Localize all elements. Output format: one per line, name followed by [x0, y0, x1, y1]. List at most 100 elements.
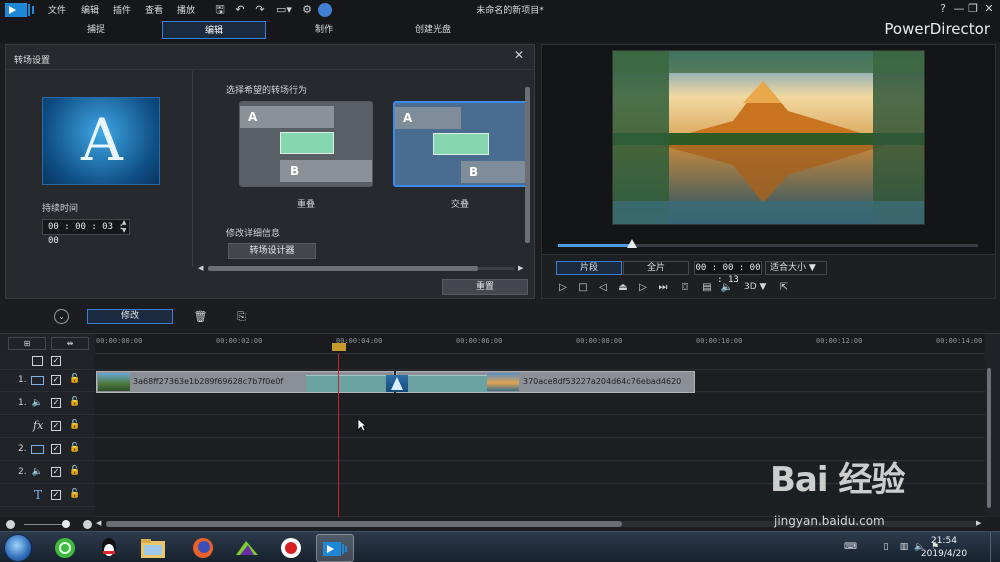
scroll-thumb[interactable]: [106, 521, 622, 527]
trash-icon[interactable]: 🗑: [193, 309, 208, 324]
tab-produce[interactable]: 制作: [272, 21, 376, 39]
qq-icon[interactable]: [90, 534, 128, 562]
zoom-slider-handle[interactable]: [62, 520, 70, 528]
play-icon[interactable]: ▷: [556, 281, 570, 295]
modify-button[interactable]: 修改: [87, 309, 173, 324]
track-manager-icon[interactable]: ⊞: [8, 337, 46, 350]
track-header-markers: ✓: [0, 354, 95, 370]
timeline-ruler[interactable]: 00:00:00:00 00:00:02:00 00:00:04:00 00:0…: [95, 334, 985, 354]
ruler-label: 00:00:12:00: [816, 337, 863, 345]
reset-button[interactable]: 重置: [442, 279, 528, 295]
keyboard-tray-icon[interactable]: ⌨: [844, 541, 857, 553]
lock-icon[interactable]: 🔓: [69, 489, 80, 501]
scroll-left-icon[interactable]: ◀: [198, 264, 203, 272]
chevron-down-icon[interactable]: ⌄: [54, 309, 69, 324]
track-enable-checkbox[interactable]: ✓: [51, 490, 61, 500]
cross-option[interactable]: A B: [393, 101, 527, 187]
playhead-marker[interactable]: [332, 343, 346, 351]
zoom-in-icon[interactable]: [83, 520, 92, 529]
subtitle-icon[interactable]: ▤: [700, 281, 714, 295]
preview-timecode[interactable]: 00 : 00 : 00 : 13: [694, 261, 762, 285]
lock-icon[interactable]: 🔓: [69, 374, 80, 386]
track-enable-checkbox[interactable]: ✓: [51, 421, 61, 431]
track-header-audio-2: 2. 🔈 ✓ 🔓: [0, 462, 95, 484]
track-enable-checkbox[interactable]: ✓: [51, 375, 61, 385]
firefox-icon[interactable]: [184, 534, 222, 562]
restore-icon[interactable]: ❐: [966, 2, 980, 16]
clock-date[interactable]: 2019/4/20: [916, 549, 972, 559]
preview-movie-tab[interactable]: 全片: [623, 261, 689, 275]
browser-360-icon[interactable]: [46, 534, 84, 562]
scroll-left-icon[interactable]: ◀: [96, 519, 101, 527]
menu-edit[interactable]: 编辑: [81, 3, 99, 16]
save-icon[interactable]: 🖫: [212, 2, 228, 18]
seek-handle[interactable]: [626, 239, 637, 248]
seek-bar[interactable]: [558, 239, 978, 248]
lock-icon[interactable]: 🔓: [69, 420, 80, 432]
menu-plugins[interactable]: 插件: [113, 3, 131, 16]
start-button-icon[interactable]: [4, 534, 32, 562]
fit-size-dropdown[interactable]: 适合大小 ▼: [765, 261, 827, 275]
marker-lane[interactable]: [95, 354, 985, 370]
undock-preview-icon[interactable]: ⇱: [777, 281, 791, 295]
fx-lane[interactable]: [95, 416, 985, 438]
minimize-icon[interactable]: —: [952, 2, 966, 16]
tab-edit[interactable]: 编辑: [162, 21, 266, 39]
overlap-caption: 重叠: [296, 200, 315, 210]
next-frame-icon[interactable]: ▷: [636, 281, 650, 295]
menu-view[interactable]: 查看: [145, 3, 163, 16]
scroll-right-icon[interactable]: ▶: [518, 264, 523, 272]
lock-icon[interactable]: 🔓: [69, 397, 80, 409]
edit-properties-icon[interactable]: ⎘: [234, 309, 249, 324]
mark-icon[interactable]: ⏏: [616, 281, 630, 295]
undo-icon[interactable]: ↶: [232, 2, 248, 18]
scroll-thumb[interactable]: [208, 266, 478, 271]
tab-create-disc[interactable]: 创建光盘: [381, 21, 485, 39]
transition-icon[interactable]: [386, 375, 408, 392]
marker-toggle-icon[interactable]: [32, 356, 43, 366]
fast-forward-icon[interactable]: ⏭: [656, 281, 670, 295]
volume-icon[interactable]: 🔈: [720, 281, 734, 295]
fit-timeline-icon[interactable]: ⇹: [51, 337, 89, 350]
aspect-ratio-icon[interactable]: ▭▾: [272, 2, 296, 18]
file-explorer-icon[interactable]: [134, 534, 172, 562]
snapshot-icon[interactable]: ⌼: [678, 281, 692, 295]
track-enable-checkbox[interactable]: ✓: [51, 398, 61, 408]
media-app-icon[interactable]: [228, 534, 266, 562]
panel-horizontal-scrollbar[interactable]: ◀ ▶: [198, 264, 528, 272]
redo-icon[interactable]: ↷: [252, 2, 268, 18]
show-desktop-button[interactable]: [990, 532, 1000, 562]
duration-input[interactable]: 00 : 00 : 03 : 00: [42, 219, 130, 246]
modify-details-label: 修改详细信息: [226, 229, 281, 239]
update-icon[interactable]: [318, 3, 332, 17]
3d-mode-dropdown[interactable]: 3D ▼: [744, 282, 766, 292]
screen-recorder-icon[interactable]: [272, 534, 310, 562]
stop-icon[interactable]: □: [576, 281, 590, 295]
panel-close-icon[interactable]: ✕: [514, 48, 524, 62]
marker-checkbox[interactable]: ✓: [51, 356, 61, 366]
previous-frame-icon[interactable]: ◁: [596, 281, 610, 295]
tab-capture[interactable]: 捕捉: [44, 21, 148, 39]
panel-vertical-scrollbar[interactable]: [525, 81, 531, 267]
device-tray-icon[interactable]: ▯: [880, 541, 892, 553]
transition-designer-button[interactable]: 转场设计器: [228, 243, 316, 259]
help-icon[interactable]: ?: [936, 2, 950, 16]
audio-lane-1[interactable]: [95, 393, 985, 415]
duration-spinner[interactable]: ▲ ▼: [118, 219, 130, 235]
menu-file[interactable]: 文件: [48, 3, 66, 16]
close-icon[interactable]: ✕: [982, 2, 996, 16]
settings-gear-icon[interactable]: ⚙: [299, 2, 315, 18]
scroll-thumb[interactable]: [525, 87, 530, 243]
powerdirector-task-icon[interactable]: [316, 534, 354, 562]
network-tray-icon[interactable]: ▥: [898, 541, 910, 553]
track-enable-checkbox[interactable]: ✓: [51, 467, 61, 477]
clock-time[interactable]: 21:54: [916, 536, 972, 546]
lock-icon[interactable]: 🔓: [69, 443, 80, 455]
menu-play[interactable]: 播放: [177, 3, 195, 16]
lock-icon[interactable]: 🔓: [69, 466, 80, 478]
overlap-option[interactable]: A B: [239, 101, 373, 187]
zoom-out-icon[interactable]: [6, 520, 15, 529]
track-enable-checkbox[interactable]: ✓: [51, 444, 61, 454]
preview-clip-tab[interactable]: 片段: [556, 261, 622, 275]
panel-title: 转场设置: [14, 56, 51, 66]
